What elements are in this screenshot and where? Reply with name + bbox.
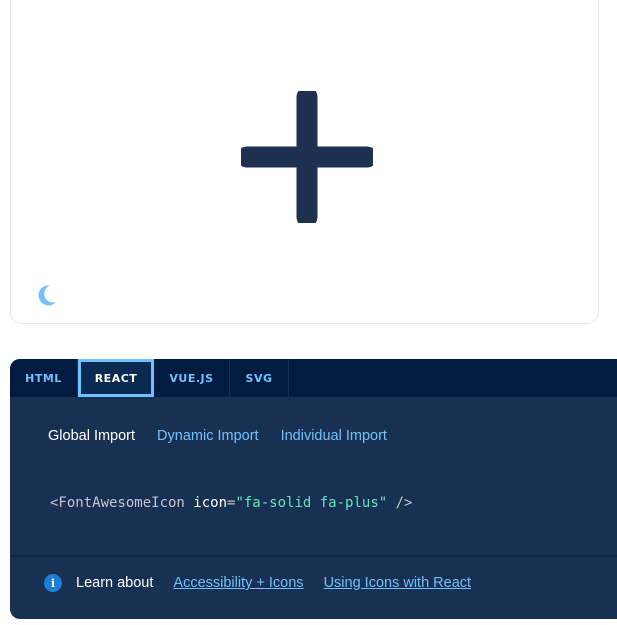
tab-svg[interactable]: SVG bbox=[230, 359, 289, 397]
import-subtabs: Global Import Dynamic Import Individual … bbox=[48, 428, 387, 444]
link-using-icons-react[interactable]: Using Icons with React bbox=[324, 575, 471, 591]
tab-react[interactable]: REACT bbox=[78, 359, 154, 397]
code-snippet[interactable]: <FontAwesomeIcon icon="fa-solid fa-plus"… bbox=[50, 495, 412, 511]
info-icon: i bbox=[44, 574, 62, 592]
tab-html[interactable]: HTML bbox=[10, 359, 78, 397]
subtab-individual-import[interactable]: Individual Import bbox=[281, 428, 387, 444]
tab-bar: HTML REACT VUE.JS SVG bbox=[10, 359, 617, 397]
code-attr: icon bbox=[193, 495, 228, 511]
panel-divider bbox=[10, 555, 617, 557]
learn-about-row: i Learn about Accessibility + Icons Usin… bbox=[44, 574, 491, 592]
icon-preview-card bbox=[10, 0, 599, 324]
code-close-tag: /> bbox=[387, 495, 413, 511]
moon-icon[interactable] bbox=[35, 283, 59, 307]
learn-about-label: Learn about bbox=[76, 575, 154, 591]
tab-vuejs[interactable]: VUE.JS bbox=[154, 359, 230, 397]
subtab-global-import[interactable]: Global Import bbox=[48, 428, 135, 444]
subtab-dynamic-import[interactable]: Dynamic Import bbox=[157, 428, 259, 444]
code-panel: HTML REACT VUE.JS SVG Global Import Dyna… bbox=[10, 359, 617, 619]
code-open-tag: <FontAwesomeIcon bbox=[50, 495, 194, 511]
link-accessibility-icons[interactable]: Accessibility + Icons bbox=[173, 575, 303, 591]
code-value: "fa-solid fa-plus" bbox=[235, 495, 388, 511]
plus-icon bbox=[241, 91, 373, 223]
